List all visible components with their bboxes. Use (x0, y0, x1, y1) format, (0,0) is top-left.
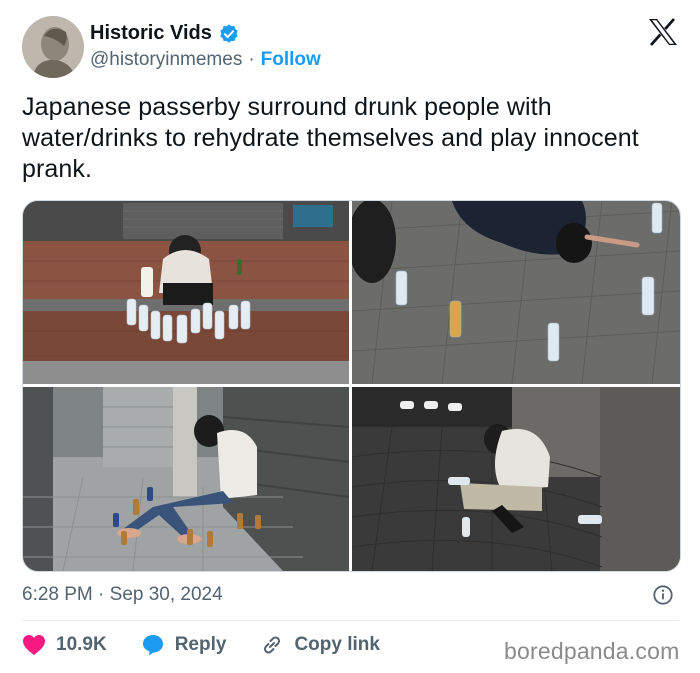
divider (22, 620, 679, 621)
link-icon (264, 636, 281, 654)
media-grid (22, 200, 681, 572)
info-icon[interactable] (652, 584, 674, 606)
follow-button[interactable]: Follow (261, 49, 321, 71)
verified-badge-icon (220, 23, 238, 43)
watermark: boredpanda.com (504, 638, 680, 664)
photo-bottom-right[interactable] (352, 387, 680, 571)
photo-bottom-left[interactable] (23, 387, 349, 571)
author-handle[interactable]: @historyinmemes (90, 49, 242, 71)
reply-label: Reply (174, 634, 227, 655)
like-count: 10.9K (56, 634, 107, 655)
copy-link-button[interactable]: Copy link (260, 633, 380, 657)
action-bar: 10.9K Reply Copy link (22, 633, 414, 657)
x-logo-icon[interactable] (648, 18, 678, 46)
handle-separator: · (248, 49, 255, 70)
tweet-text: Japanese passerby surround drunk people … (22, 93, 639, 183)
photo-top-right[interactable] (352, 201, 680, 384)
like-button[interactable]: 10.9K (22, 634, 107, 656)
author-name[interactable]: Historic Vids (90, 22, 212, 45)
photo-drunk-man-on-curb-icon (23, 201, 349, 384)
reply-button[interactable]: Reply (141, 634, 227, 656)
avatar[interactable] (22, 16, 84, 78)
photo-man-sitting-in-corridor-icon (23, 387, 349, 571)
photo-man-lying-on-pavement-icon (352, 201, 680, 384)
photo-top-left[interactable] (23, 201, 349, 384)
photo-man-crouching-on-tiles-icon (352, 387, 680, 571)
reply-bubble-icon (142, 635, 163, 656)
tweet-timestamp[interactable]: 6:28 PM · Sep 30, 2024 (22, 584, 223, 606)
avatar-portrait-icon (22, 16, 84, 78)
copy-link-label: Copy link (294, 634, 380, 655)
heart-icon (23, 635, 45, 655)
